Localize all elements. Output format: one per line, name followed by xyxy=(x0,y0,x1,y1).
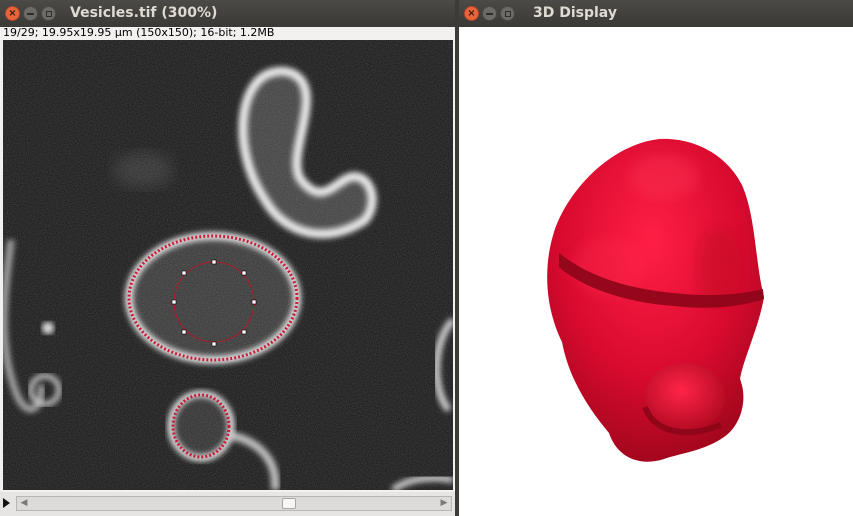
maximize-icon[interactable] xyxy=(500,6,515,21)
close-icon[interactable]: × xyxy=(464,6,479,21)
selection-handle xyxy=(211,341,217,347)
minimize-icon[interactable] xyxy=(482,6,497,21)
microscopy-image[interactable] xyxy=(3,40,453,490)
scroll-left-icon[interactable]: ◀ xyxy=(17,497,31,510)
selection-handle xyxy=(211,259,217,265)
scroll-right-icon[interactable]: ▶ xyxy=(437,497,451,510)
selection-handle xyxy=(241,329,247,335)
3d-display-titlebar[interactable]: × 3D Display xyxy=(459,0,853,27)
3d-display-window: × 3D Display xyxy=(459,0,853,516)
image-window-titlebar[interactable]: × Vesicles.tif (300%) xyxy=(0,0,455,27)
selection-handle xyxy=(241,270,247,276)
maximize-icon[interactable] xyxy=(41,6,56,21)
selection-handle xyxy=(251,299,257,305)
slice-scrollbar-row: ◀ ▶ xyxy=(0,492,455,516)
close-icon[interactable]: × xyxy=(5,6,20,21)
play-icon[interactable] xyxy=(3,498,10,508)
image-window-title: Vesicles.tif (300%) xyxy=(70,5,218,21)
window-controls: × xyxy=(5,6,56,21)
selection-handle xyxy=(181,329,187,335)
3d-display-title: 3D Display xyxy=(533,5,617,21)
selection-handle xyxy=(181,270,187,276)
slice-scrollbar[interactable]: ◀ ▶ xyxy=(16,496,452,511)
selection-handle xyxy=(171,299,177,305)
slice-scrollbar-thumb[interactable] xyxy=(282,498,296,509)
image-info: 19/29; 19.95x19.95 µm (150x150); 16-bit;… xyxy=(3,26,275,39)
minimize-icon[interactable] xyxy=(23,6,38,21)
window-controls: × xyxy=(464,6,515,21)
image-window: × Vesicles.tif (300%) 19/29; 19.95x19.95… xyxy=(0,0,455,516)
3d-render-canvas[interactable] xyxy=(459,27,853,516)
vesicle-3d-surface xyxy=(547,138,764,462)
